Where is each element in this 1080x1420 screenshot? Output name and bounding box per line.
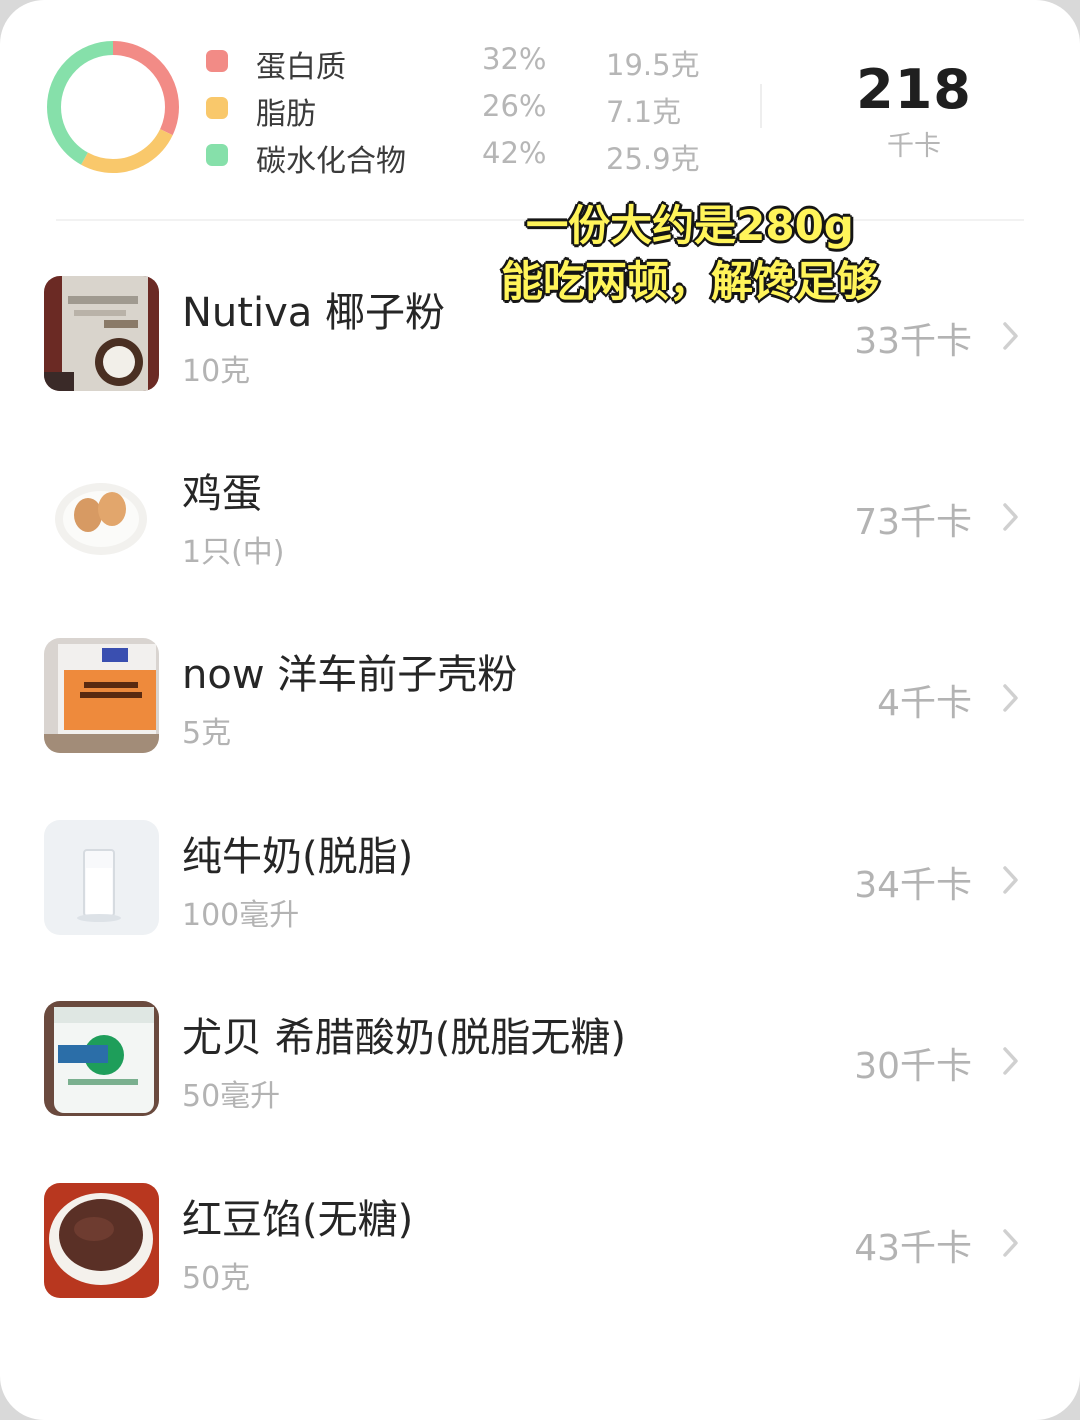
food-calories: 73千卡 [854,502,972,543]
food-amount: 50毫升 [182,1079,281,1114]
food-calories: 33千卡 [854,321,972,362]
food-name: now 洋车前子壳粉 [182,652,518,698]
food-calories: 34千卡 [854,865,972,906]
glass-of-milk-photo [44,820,159,935]
food-amount: 100毫升 [182,898,300,933]
overlay-caption: 一份大约是280g 能吃两顿，解馋足够 [480,198,900,310]
macro-donut-chart [47,41,179,173]
macro-percent: 26% [482,89,547,123]
coconut-flour-bag-photo [44,276,159,391]
total-calories-unit: 千卡 [887,131,941,162]
food-item-psyllium-husk[interactable]: now 洋车前子壳粉 5克 4千卡 [0,638,1080,788]
chevron-right-icon [1003,503,1018,531]
macro-name: 碳水化合物 [256,144,406,179]
yogurt-tub-photo [44,1001,159,1116]
red-bean-paste-bowl-photo [44,1183,159,1298]
total-calories: 218 [856,58,972,121]
carbs-color-dot [206,144,228,166]
macro-row-fat: 脂肪 26% 7.1克 [206,89,726,133]
food-amount: 5克 [182,716,232,751]
food-name: 尤贝 希腊酸奶(脱脂无糖) [182,1015,626,1061]
caption-line-2: 能吃两顿，解馋足够 [499,256,880,308]
food-name: 纯牛奶(脱脂) [182,834,414,880]
macro-percent: 32% [482,42,547,76]
macro-amount: 19.5克 [606,48,700,82]
food-item-greek-yogurt[interactable]: 尤贝 希腊酸奶(脱脂无糖) 50毫升 30千卡 [0,1001,1080,1151]
macro-amount: 7.1克 [606,95,682,129]
food-amount: 1只(中) [182,535,285,570]
food-calories: 30千卡 [854,1046,972,1087]
food-item-skim-milk[interactable]: 纯牛奶(脱脂) 100毫升 34千卡 [0,820,1080,970]
food-amount: 10克 [182,354,251,389]
food-amount: 50克 [182,1261,251,1296]
meal-detail-card: 蛋白质 32% 19.5克 脂肪 26% 7.1克 碳水化合物 42% 25.9… [0,0,1080,1420]
summary-divider [760,84,762,128]
eggs-on-plate-photo [44,457,159,572]
macro-name: 脂肪 [256,97,316,132]
fat-color-dot [206,97,228,119]
macro-name: 蛋白质 [256,50,346,85]
macro-row-protein: 蛋白质 32% 19.5克 [206,42,726,86]
macro-amount: 25.9克 [606,142,700,176]
food-item-egg[interactable]: 鸡蛋 1只(中) 73千卡 [0,457,1080,607]
food-name: Nutiva 椰子粉 [182,290,445,336]
macro-percent: 42% [482,136,547,170]
food-name: 红豆馅(无糖) [182,1197,414,1243]
food-name: 鸡蛋 [182,471,262,517]
psyllium-husk-bag-photo [44,638,159,753]
chevron-right-icon [1003,1229,1018,1257]
caption-line-1: 一份大约是280g [525,200,856,252]
food-item-red-bean-paste[interactable]: 红豆馅(无糖) 50克 43千卡 [0,1183,1080,1333]
food-calories: 4千卡 [877,683,972,724]
macro-row-carbs: 碳水化合物 42% 25.9克 [206,136,726,180]
food-calories: 43千卡 [854,1228,972,1269]
chevron-right-icon [1003,684,1018,712]
protein-color-dot [206,50,228,72]
chevron-right-icon [1003,866,1018,894]
chevron-right-icon [1003,322,1018,350]
chevron-right-icon [1003,1047,1018,1075]
